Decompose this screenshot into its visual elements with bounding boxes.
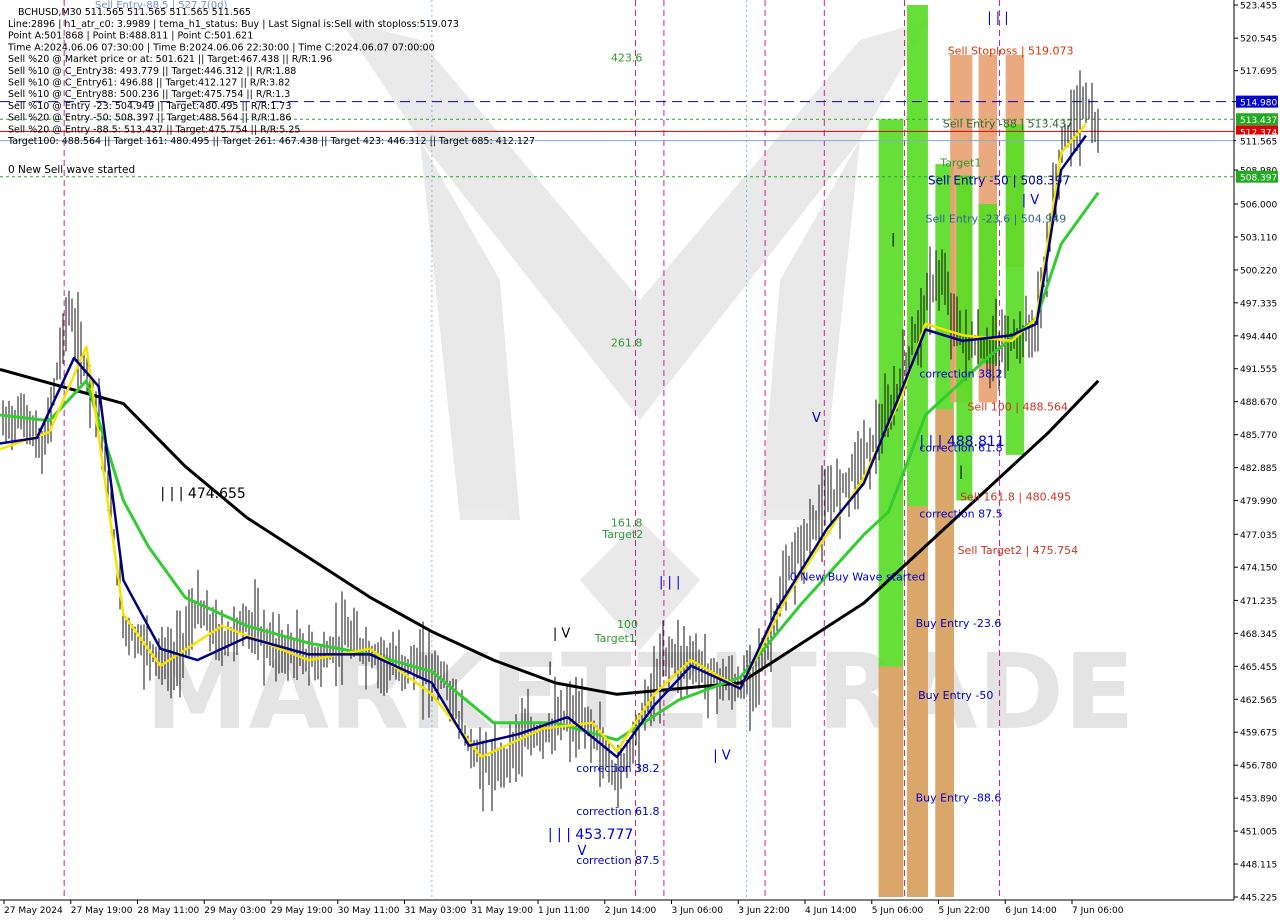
chart-annotation: Target1 xyxy=(594,632,636,645)
chart-annotation: Sell 100 | 488.564 xyxy=(967,400,1068,413)
chart-annotation: | xyxy=(548,661,552,676)
chart-annotation: Buy Entry -88.6 xyxy=(916,792,1002,805)
price-chart[interactable]: MARKETZITRADE 423.6261.8161.8Target2100T… xyxy=(0,0,1280,920)
chart-annotation: Target1 xyxy=(939,156,981,169)
level-label: 508.397 xyxy=(1240,174,1277,184)
x-tick-label: 1 Jun 11:00 xyxy=(538,906,590,916)
y-tick-label: 488.670 xyxy=(1240,398,1277,408)
chart-annotation: Sell Entry -88 | 513.437 xyxy=(943,118,1073,131)
y-tick-label: 479.990 xyxy=(1240,497,1277,507)
y-tick-label: 500.220 xyxy=(1240,266,1277,276)
chart-annotation: 100 xyxy=(617,618,638,631)
chart-annotation: 423.6 xyxy=(611,51,643,64)
chart-annotation: | | | xyxy=(987,11,1008,26)
chart-annotation: correction 38.2 xyxy=(576,762,659,775)
chart-annotation: 0 New Buy Wave started xyxy=(790,570,926,583)
x-tick-label: 27 May 19:00 xyxy=(71,906,133,916)
chart-annotation: correction 87.5 xyxy=(576,854,659,867)
y-tick-label: 453.890 xyxy=(1240,795,1277,805)
chart-annotation: correction 38.2 xyxy=(919,367,1002,380)
x-tick-label: 29 May 19:00 xyxy=(271,906,333,916)
wave-status: 0 New Sell wave started xyxy=(8,164,135,176)
info-line: Sell %10 @ Entry -23: 504.949 || Target:… xyxy=(8,101,291,112)
y-tick-label: 503.110 xyxy=(1240,233,1277,243)
y-tick-label: 468.345 xyxy=(1240,630,1277,640)
y-tick-label: 448.115 xyxy=(1240,861,1277,871)
chart-annotation: 261.8 xyxy=(611,337,643,350)
x-tick-label: 3 Jun 22:00 xyxy=(738,906,790,916)
signal-zone xyxy=(878,666,904,897)
chart-annotation: | xyxy=(891,232,895,247)
signal-zone xyxy=(935,409,954,897)
level-label: 513.437 xyxy=(1240,116,1277,126)
y-tick-label: 474.150 xyxy=(1240,564,1277,574)
y-tick-label: 459.675 xyxy=(1240,729,1277,739)
chart-annotation: | | | xyxy=(659,575,680,590)
chart-annotation: Sell 161.8 | 480.495 xyxy=(960,490,1071,503)
info-line: Sell %20 @ Entry -50: 508.397 || Target:… xyxy=(8,113,291,124)
y-tick-label: 491.555 xyxy=(1240,365,1277,375)
info-line: Point A:501.868 | Point B:488.811 | Poin… xyxy=(8,31,253,42)
y-tick-label: 497.335 xyxy=(1240,299,1277,309)
chart-annotation: Sell Entry -23.6 | 504.949 xyxy=(926,212,1067,225)
chart-annotation: Sell Entry -50 | 508.397 xyxy=(928,174,1070,188)
x-tick-label: 6 Jun 14:00 xyxy=(1005,906,1057,916)
info-line: Line:2896 | h1_atr_c0: 3.9989 | tema_h1_… xyxy=(8,19,459,30)
chart-annotation: Buy Entry -23.6 xyxy=(916,617,1002,630)
chart-annotation: correction 61.8 xyxy=(919,441,1002,454)
y-tick-label: 482.885 xyxy=(1240,464,1277,474)
x-tick-label: 31 May 19:00 xyxy=(471,906,533,916)
info-line: Sell %20 @ Entry -88.5: 513.437 || Targe… xyxy=(8,124,300,135)
chart-annotation: | xyxy=(959,464,963,479)
y-tick-label: 465.455 xyxy=(1240,663,1277,673)
info-line: Time A:2024.06.06 07:30:00 | Time B:2024… xyxy=(7,42,435,53)
chart-annotation: correction 87.5 xyxy=(919,508,1002,521)
x-tick-label: 5 Jun 22:00 xyxy=(939,906,991,916)
x-tick-label: 2 Jun 14:00 xyxy=(605,906,657,916)
chart-annotation: | V xyxy=(713,748,731,763)
x-tick-label: 5 Jun 06:00 xyxy=(872,906,924,916)
level-label: 511.565 xyxy=(1240,138,1277,148)
x-tick-label: 30 May 11:00 xyxy=(338,906,400,916)
x-tick-label: 4 Jun 14:00 xyxy=(805,906,857,916)
chart-annotation: Sell Target2 | 475.754 xyxy=(958,544,1079,557)
symbol-line: BCHUSD,M30 511.565 511.565 511.565 511.5… xyxy=(18,7,251,18)
y-tick-label: 477.035 xyxy=(1240,531,1277,541)
info-line: Target100: 488.564 || Target 161: 480.49… xyxy=(7,136,535,147)
x-tick-label: 3 Jun 06:00 xyxy=(672,906,724,916)
y-tick-label: 485.770 xyxy=(1240,431,1277,441)
y-tick-label: 451.005 xyxy=(1240,828,1277,838)
chart-annotation: | | | 453.777 xyxy=(548,827,633,843)
y-tick-label: 462.565 xyxy=(1240,696,1277,706)
chart-annotation: Target2 xyxy=(601,528,643,541)
chart-annotation: correction 61.8 xyxy=(576,805,659,818)
level-label: 514.980 xyxy=(1240,99,1277,109)
info-line: Sell %20 @ Market price or at: 501.621 |… xyxy=(8,54,332,65)
chart-annotation: Sell Stoploss | 519.073 xyxy=(948,45,1074,58)
chart-annotation: V xyxy=(812,411,821,426)
chart-annotation: Buy Entry -50 xyxy=(918,689,993,702)
y-tick-label: 445.225 xyxy=(1240,894,1277,904)
y-tick-label: 456.780 xyxy=(1240,762,1277,772)
y-tick-label: 517.695 xyxy=(1240,67,1277,77)
y-tick-label: 520.545 xyxy=(1240,35,1277,45)
x-tick-label: 27 May 2024 xyxy=(4,906,63,916)
info-line: Sell %10 @ C_Entry61: 496.88 || Target:4… xyxy=(8,78,290,89)
info-line: Sell %10 @ C_Entry88: 500.236 || Target:… xyxy=(8,89,290,100)
y-tick-label: 523.455 xyxy=(1240,2,1277,12)
x-tick-label: 29 May 03:00 xyxy=(204,906,266,916)
chart-annotation: | V xyxy=(553,626,571,641)
chart-annotation: | | | 474.655 xyxy=(160,486,245,502)
x-tick-label: 28 May 11:00 xyxy=(138,906,200,916)
chart-annotation: | V xyxy=(1022,193,1040,208)
y-tick-label: 494.440 xyxy=(1240,332,1277,342)
y-tick-label: 506.000 xyxy=(1240,201,1277,211)
chart-area[interactable]: MARKETZITRADE 423.6 261.8 161.8 Target2 100 T… xyxy=(0,0,1280,920)
info-line: Sell %10 @ C_Entry38: 493.779 || Target:… xyxy=(8,66,296,77)
x-tick-label: 31 May 03:00 xyxy=(405,906,467,916)
y-tick-label: 471.235 xyxy=(1240,597,1277,607)
x-tick-label: 7 Jun 06:00 xyxy=(1072,906,1124,916)
